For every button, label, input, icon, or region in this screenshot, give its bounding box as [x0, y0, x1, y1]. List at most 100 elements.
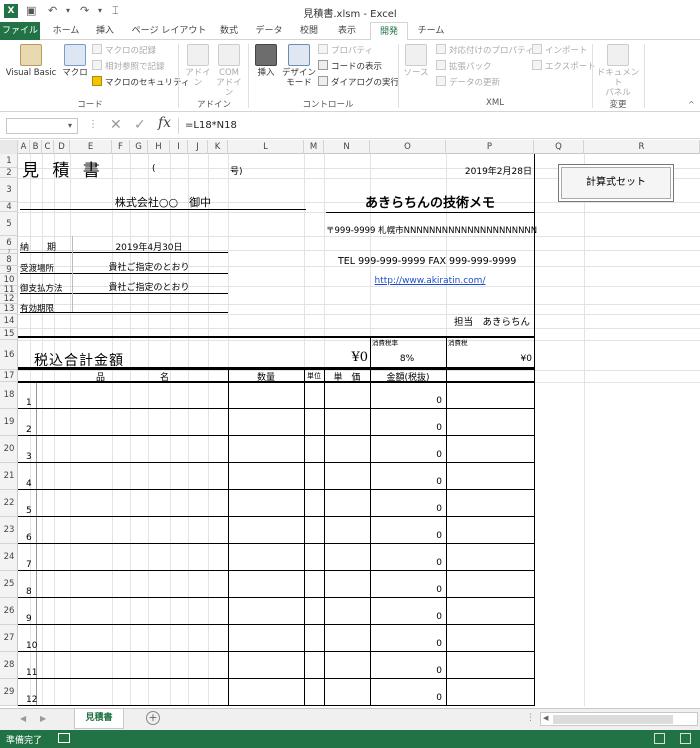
- tab-developer[interactable]: 開発: [370, 22, 408, 41]
- worksheet-grid[interactable]: A B C D E F G H I J K L M N O P Q R 1 2 …: [0, 140, 700, 706]
- table-vline: [446, 368, 447, 706]
- insert-control-button[interactable]: 挿入: [252, 44, 280, 78]
- insert-function-icon[interactable]: fx: [158, 115, 171, 131]
- next-sheet-icon[interactable]: ▶: [40, 714, 46, 723]
- map-properties-button[interactable]: 対応付けのプロパティ: [436, 44, 534, 56]
- prev-sheet-icon[interactable]: ◀: [20, 714, 26, 723]
- col-header-a[interactable]: A: [18, 140, 30, 154]
- row-header[interactable]: 24: [0, 544, 18, 571]
- col-header-q[interactable]: Q: [534, 140, 584, 154]
- com-addin-button[interactable]: COM アドイン: [214, 44, 244, 98]
- expansion-packs-button[interactable]: 拡張パック: [436, 60, 492, 72]
- row-header[interactable]: 12: [0, 294, 18, 304]
- row-header[interactable]: 1: [0, 154, 18, 168]
- visual-basic-button[interactable]: Visual Basic: [4, 44, 58, 78]
- select-all-corner[interactable]: [0, 140, 18, 154]
- page-layout-view-icon[interactable]: [680, 733, 691, 744]
- row-header[interactable]: 27: [0, 625, 18, 652]
- col-header-i[interactable]: I: [170, 140, 188, 154]
- tab-page-layout[interactable]: ページ レイアウト: [128, 22, 210, 40]
- row-header[interactable]: 29: [0, 679, 18, 706]
- calc-formula-set-button[interactable]: 計算式セット: [558, 164, 674, 202]
- tab-formulas[interactable]: 数式: [214, 22, 244, 40]
- tab-review[interactable]: 校閲: [294, 22, 324, 40]
- export-button[interactable]: エクスポート: [532, 60, 596, 72]
- row-header[interactable]: 23: [0, 517, 18, 544]
- macro-button[interactable]: マクロ: [60, 44, 90, 78]
- row-header[interactable]: 22: [0, 490, 18, 517]
- import-button[interactable]: インポート: [532, 44, 588, 56]
- toolbox-icon: [255, 44, 277, 66]
- tab-file[interactable]: ファイル: [0, 22, 40, 40]
- tab-insert[interactable]: 挿入: [90, 22, 120, 40]
- tab-data[interactable]: データ: [252, 22, 286, 40]
- row-header[interactable]: 13: [0, 304, 18, 314]
- enter-icon[interactable]: ✓: [134, 117, 146, 133]
- record-macro-button[interactable]: マクロの記録: [92, 44, 156, 56]
- scrollbar-thumb[interactable]: [553, 715, 673, 724]
- row-header[interactable]: 20: [0, 436, 18, 463]
- macro-record-icon[interactable]: [58, 733, 70, 743]
- col-header-e[interactable]: E: [70, 140, 112, 154]
- col-header-r[interactable]: R: [584, 140, 700, 154]
- tab-view[interactable]: 表示: [332, 22, 362, 40]
- col-header-g[interactable]: G: [130, 140, 148, 154]
- row-header[interactable]: 15: [0, 328, 18, 340]
- row-header[interactable]: 26: [0, 598, 18, 625]
- properties-button[interactable]: プロパティ: [318, 44, 373, 56]
- view-code-button[interactable]: コードの表示: [318, 60, 382, 72]
- company-url-link[interactable]: http://www.akiratin.com/: [326, 276, 534, 286]
- col-header-c[interactable]: C: [42, 140, 54, 154]
- xml-source-button[interactable]: ソース: [402, 44, 430, 78]
- cancel-icon[interactable]: ✕: [110, 117, 122, 133]
- row-header[interactable]: 9: [0, 266, 18, 274]
- document-panel-button[interactable]: ドキュメント パネル: [596, 44, 640, 98]
- row-header[interactable]: 25: [0, 571, 18, 598]
- horizontal-scrollbar[interactable]: ◀: [540, 712, 698, 726]
- row-header[interactable]: 4: [0, 202, 18, 212]
- normal-view-icon[interactable]: [654, 733, 665, 744]
- scroll-left-icon[interactable]: ◀: [543, 714, 548, 722]
- sheet-tab-estimate[interactable]: 見積書: [74, 709, 124, 729]
- col-header-k[interactable]: K: [208, 140, 228, 154]
- row-header[interactable]: 11: [0, 286, 18, 294]
- run-dialog-button[interactable]: ダイアログの実行: [318, 76, 399, 88]
- add-sheet-icon[interactable]: +: [146, 711, 160, 725]
- row-header[interactable]: 14: [0, 314, 18, 328]
- row-header[interactable]: 5: [0, 212, 18, 236]
- col-header-p[interactable]: P: [446, 140, 534, 154]
- row-header[interactable]: 19: [0, 409, 18, 436]
- row-header[interactable]: 3: [0, 178, 18, 202]
- col-header-j[interactable]: J: [188, 140, 208, 154]
- row-header[interactable]: 16: [0, 340, 18, 370]
- row-header[interactable]: 2: [0, 168, 18, 178]
- col-header-n[interactable]: N: [324, 140, 370, 154]
- name-box-dropdown-icon[interactable]: ▾: [68, 121, 72, 130]
- row-header[interactable]: 6: [0, 236, 18, 250]
- relative-reference-button[interactable]: 相対参照で記録: [92, 60, 165, 72]
- row-border: [18, 651, 534, 652]
- col-header-m[interactable]: M: [304, 140, 324, 154]
- col-header-b[interactable]: B: [30, 140, 42, 154]
- addin-button[interactable]: アドイン: [182, 44, 214, 88]
- row-header[interactable]: 21: [0, 463, 18, 490]
- col-header-d[interactable]: D: [54, 140, 70, 154]
- row-header[interactable]: 17: [0, 370, 18, 382]
- col-header-o[interactable]: O: [370, 140, 446, 154]
- col-header-f[interactable]: F: [112, 140, 130, 154]
- refresh-data-button[interactable]: データの更新: [436, 76, 500, 88]
- macro-security-button[interactable]: マクロのセキュリティ: [92, 76, 190, 88]
- item-amount: 0: [436, 423, 442, 433]
- collapse-ribbon-icon[interactable]: ^: [688, 100, 695, 109]
- design-mode-button[interactable]: デザイン モード: [282, 44, 316, 88]
- row-header[interactable]: 18: [0, 382, 18, 409]
- scroll-handle-icon[interactable]: ⋮: [526, 713, 535, 723]
- row-header[interactable]: 28: [0, 652, 18, 679]
- tab-home[interactable]: ホーム: [48, 22, 84, 40]
- tab-team[interactable]: チーム: [414, 22, 448, 40]
- formula-input[interactable]: =L18*N18: [178, 118, 698, 134]
- col-header-l[interactable]: L: [228, 140, 304, 154]
- com-addin-icon: [218, 44, 240, 66]
- col-header-h[interactable]: H: [148, 140, 170, 154]
- tax-rate-value: 8%: [399, 354, 415, 364]
